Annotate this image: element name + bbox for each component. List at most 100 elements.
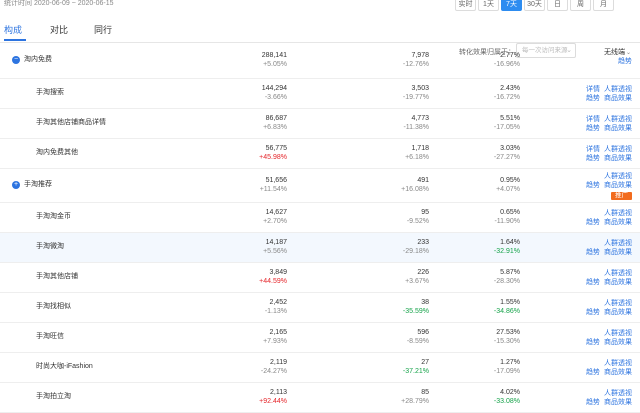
action-link[interactable]: 商品效果 bbox=[604, 339, 632, 346]
metric-cell-m2: 4,773 -11.38% bbox=[349, 114, 429, 132]
metric-change: -37.21% bbox=[402, 368, 429, 375]
action-link[interactable]: 趋势 bbox=[586, 369, 600, 376]
metric-change: +5.56% bbox=[263, 248, 287, 255]
promote-badge[interactable]: 推广 bbox=[611, 191, 632, 200]
metric-change: +44.59% bbox=[259, 278, 287, 285]
action-link[interactable]: 人群透视 bbox=[604, 390, 632, 397]
metric-cell-m1: 2,113 +92.44% bbox=[207, 388, 287, 406]
metric-change: -16.96% bbox=[493, 61, 520, 68]
tab-composition[interactable]: 构成 bbox=[4, 24, 22, 36]
metric-value: 491 bbox=[417, 177, 429, 184]
source-name: 手淘微淘 bbox=[36, 243, 64, 250]
action-link[interactable]: 人群透视 bbox=[604, 146, 632, 153]
action-link[interactable]: 详情 bbox=[586, 146, 600, 153]
action-link[interactable]: 趋势 bbox=[586, 309, 600, 316]
metric-value: 38 bbox=[421, 299, 429, 306]
action-link[interactable]: 详情 bbox=[586, 86, 600, 93]
source-name: 淘内免费其他 bbox=[36, 149, 78, 156]
action-link[interactable]: 趋势 bbox=[586, 182, 600, 189]
table-row: 手淘淘金币 14,627 +2.70% 95 -9.52% 0.65% -11.90% 人群透… bbox=[0, 203, 640, 233]
action-link[interactable]: 商品效果 bbox=[604, 399, 632, 406]
action-link[interactable]: 人群透视 bbox=[604, 300, 632, 307]
metric-value: 3,849 bbox=[269, 269, 287, 276]
action-link[interactable]: 人群透视 bbox=[604, 360, 632, 367]
action-link[interactable]: 商品效果 bbox=[604, 279, 632, 286]
action-link[interactable]: 详情 bbox=[586, 116, 600, 123]
action-link[interactable]: 商品效果 bbox=[604, 309, 632, 316]
action-link[interactable]: 趋势 bbox=[586, 125, 600, 132]
metric-value: 85 bbox=[421, 389, 429, 396]
row-actions: 详情 人群透视 趋势 商品效果 bbox=[586, 85, 632, 103]
action-link[interactable]: 趋势 bbox=[586, 219, 600, 226]
action-link[interactable]: 趋势 bbox=[586, 95, 600, 102]
range-button[interactable]: 1天 bbox=[478, 0, 499, 11]
action-link[interactable]: 商品效果 bbox=[604, 95, 632, 102]
metric-cell-m1: 144,294 -3.66% bbox=[207, 84, 287, 102]
action-link[interactable]: 人群透视 bbox=[604, 116, 632, 123]
action-link[interactable]: 商品效果 bbox=[604, 155, 632, 162]
range-button[interactable]: 日 bbox=[547, 0, 568, 11]
expand-toggle-icon[interactable]: − bbox=[12, 56, 20, 64]
action-link[interactable]: 趋势 bbox=[586, 279, 600, 286]
action-link[interactable]: 商品效果 bbox=[604, 249, 632, 256]
metric-cell-m2: 3,503 -19.77% bbox=[349, 84, 429, 102]
date-range-text: 统计时间 2020-06-09 ~ 2020-06-15 bbox=[4, 0, 114, 7]
metric-cell-m3: 3.03% -27.27% bbox=[440, 144, 520, 162]
action-link[interactable]: 商品效果 bbox=[604, 369, 632, 376]
metric-value: 3.03% bbox=[500, 145, 520, 152]
metric-change: -17.05% bbox=[493, 124, 520, 131]
table-row: 时尚大咖-iFashion 2,119 -24.27% 27 -37.21% 1.27% -… bbox=[0, 353, 640, 383]
metric-cell-m3: 1.64% -32.91% bbox=[440, 238, 520, 256]
metric-change: -15.30% bbox=[493, 338, 520, 345]
table-row: 手淘拍立淘 2,113 +92.44% 85 +28.79% 4.02% -33.08% 人群… bbox=[0, 383, 640, 413]
metric-cell-m1: 51,656 +11.54% bbox=[207, 176, 287, 194]
tab-peers[interactable]: 同行 bbox=[94, 24, 112, 36]
action-link[interactable]: 趋势 bbox=[586, 249, 600, 256]
metric-cell-m1: 14,187 +5.56% bbox=[207, 238, 287, 256]
source-name: 手淘拍立淘 bbox=[36, 393, 71, 400]
metric-change: -17.09% bbox=[493, 368, 520, 375]
action-link[interactable]: 趋势 bbox=[586, 399, 600, 406]
range-button[interactable]: 30天 bbox=[524, 0, 545, 11]
action-link[interactable]: 趋势 bbox=[618, 58, 632, 65]
metric-change: +6.18% bbox=[405, 154, 429, 161]
source-name: 手淘找相似 bbox=[36, 303, 71, 310]
metric-cell-m2: 1,718 +6.18% bbox=[349, 144, 429, 162]
metric-change: +2.70% bbox=[263, 218, 287, 225]
metric-change: -3.66% bbox=[264, 94, 287, 101]
action-link[interactable]: 人群透视 bbox=[604, 330, 632, 337]
metric-value: 226 bbox=[417, 269, 429, 276]
action-link[interactable]: 人群透视 bbox=[604, 270, 632, 277]
action-link[interactable]: 商品效果 bbox=[604, 125, 632, 132]
expand-toggle-icon[interactable]: + bbox=[12, 181, 20, 189]
metric-value: 51,656 bbox=[265, 177, 287, 184]
metric-change: -11.38% bbox=[403, 124, 429, 131]
range-button[interactable]: 7天 bbox=[501, 0, 522, 11]
action-link[interactable]: 趋势 bbox=[586, 339, 600, 346]
metric-cell-m1: 86,687 +6.83% bbox=[207, 114, 287, 132]
action-link[interactable]: 人群透视 bbox=[604, 86, 632, 93]
range-button[interactable]: 月 bbox=[593, 0, 614, 11]
metric-change: -16.72% bbox=[493, 94, 520, 101]
action-link[interactable]: 人群透视 bbox=[604, 240, 632, 247]
action-link[interactable]: 人群透视 bbox=[604, 210, 632, 217]
metric-change: -24.27% bbox=[260, 368, 287, 375]
range-button[interactable]: 周 bbox=[570, 0, 591, 11]
source-name: 手淘推荐 bbox=[24, 181, 52, 188]
metric-cell-m1: 14,627 +2.70% bbox=[207, 208, 287, 226]
metric-change: -32.91% bbox=[493, 248, 520, 255]
tab-compare[interactable]: 对比 bbox=[50, 24, 68, 36]
action-link[interactable]: 人群透视 bbox=[604, 173, 632, 180]
source-name: 手淘搜索 bbox=[36, 89, 64, 96]
metric-value: 2,452 bbox=[269, 299, 287, 306]
metric-change: +11.54% bbox=[259, 186, 287, 193]
action-link[interactable]: 趋势 bbox=[586, 155, 600, 162]
metric-value: 1.64% bbox=[500, 239, 520, 246]
metric-value: 2.77% bbox=[500, 52, 520, 59]
metric-change: +92.44% bbox=[259, 398, 287, 405]
metric-value: 2,119 bbox=[270, 359, 287, 366]
range-button[interactable]: 实时 bbox=[455, 0, 476, 11]
action-link[interactable]: 商品效果 bbox=[604, 182, 632, 189]
tab-bar: 构成 对比 同行 转化效果归属于： 每一次访问来源 ⌄ 无线端⌄ bbox=[0, 20, 640, 58]
action-link[interactable]: 商品效果 bbox=[604, 219, 632, 226]
